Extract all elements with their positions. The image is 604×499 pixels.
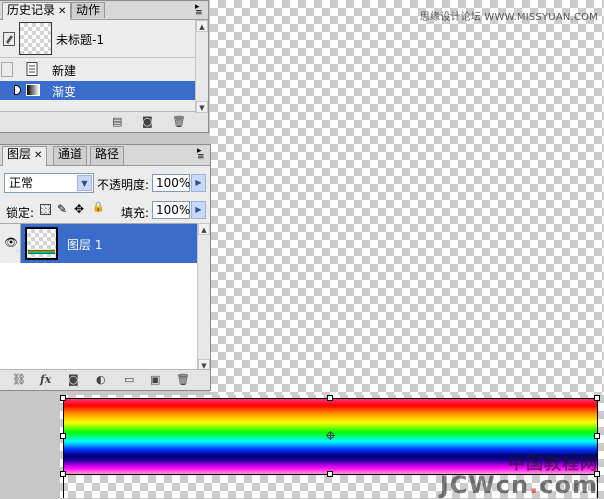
blend-mode-select[interactable]: 正常 ▼ bbox=[4, 173, 94, 193]
blend-mode-value: 正常 bbox=[9, 176, 34, 190]
opacity-slider-button[interactable]: ▶ bbox=[191, 174, 206, 192]
scroll-up-icon[interactable]: ▲ bbox=[198, 223, 210, 235]
close-icon[interactable]: ✕ bbox=[58, 6, 66, 17]
tab-paths-label: 路径 bbox=[95, 147, 120, 161]
watermark-text: 思缘设计论坛 WWW.MISSYUAN.COM bbox=[419, 12, 598, 23]
transform-handle-top-left[interactable] bbox=[60, 395, 66, 401]
lock-position-icon[interactable]: ✥ bbox=[74, 202, 84, 216]
tab-history-label: 历史记录 bbox=[7, 3, 56, 17]
camera-icon[interactable]: ◙ bbox=[142, 115, 153, 128]
transform-handle-bottom-left[interactable] bbox=[60, 471, 66, 477]
history-footer: ▤ ◙ 🗑 bbox=[0, 111, 208, 132]
history-item-label: 渐变 bbox=[52, 85, 77, 99]
opacity-label: 不透明度: bbox=[97, 178, 150, 192]
snapshot-label: 未标题-1 bbox=[56, 33, 104, 47]
bounding-box-left bbox=[63, 398, 64, 498]
site-logo: 中国教程网 JCWcn.com bbox=[439, 449, 598, 499]
logo-tld: com bbox=[539, 471, 598, 499]
panel-menu-icon[interactable]: ▸ ≡ bbox=[197, 147, 207, 162]
opacity-value: 100% bbox=[156, 176, 191, 190]
group-icon[interactable]: ▭ bbox=[124, 373, 134, 386]
logo-en-name: JCWcn bbox=[439, 471, 530, 499]
transform-handle-top-center[interactable] bbox=[327, 395, 333, 401]
gradient-tool-icon bbox=[26, 84, 40, 96]
fill-input[interactable]: 100% bbox=[152, 201, 190, 219]
tab-layers-label: 图层 bbox=[7, 147, 32, 161]
layers-list: 👁 图层 1 bbox=[0, 223, 198, 372]
layer-thumbnail bbox=[25, 227, 58, 260]
transform-handle-middle-right[interactable] bbox=[594, 433, 600, 439]
mask-icon[interactable]: ◙ bbox=[68, 373, 79, 386]
new-document-icon bbox=[26, 62, 38, 76]
snapshot-thumbnail bbox=[19, 22, 52, 55]
logo-en: JCWcn.com bbox=[439, 471, 598, 499]
layer-visibility-toggle[interactable]: 👁 bbox=[0, 224, 21, 263]
scroll-down-icon[interactable]: ▼ bbox=[196, 101, 208, 113]
fill-slider-button[interactable]: ▶ bbox=[191, 201, 206, 219]
tab-channels-label: 通道 bbox=[58, 147, 83, 161]
new-document-from-state-icon[interactable]: ▤ bbox=[112, 115, 122, 128]
fill-value: 100% bbox=[156, 203, 191, 217]
layers-footer: ⛓ fx ◙ ◐ ▭ ▣ 🗑 bbox=[0, 369, 210, 390]
new-layer-icon[interactable]: ▣ bbox=[150, 373, 160, 386]
close-icon[interactable]: ✕ bbox=[34, 150, 42, 161]
logo-dot: . bbox=[529, 471, 540, 499]
adjustment-icon[interactable]: ◐ bbox=[96, 373, 106, 386]
transform-handle-middle-left[interactable] bbox=[60, 433, 66, 439]
fx-icon[interactable]: fx bbox=[40, 373, 51, 386]
history-tabbar: 历史记录 ✕ 动作 ▸ ≡ bbox=[0, 1, 208, 20]
lock-transparent-icon[interactable] bbox=[40, 204, 51, 215]
history-item-selected[interactable]: 渐变 bbox=[0, 81, 208, 100]
layer-name[interactable]: 图层 1 bbox=[67, 236, 102, 253]
transform-handle-bottom-center[interactable] bbox=[327, 471, 333, 477]
eye-icon[interactable]: 👁 bbox=[4, 236, 18, 249]
layer-thumbnail-gradient bbox=[28, 250, 55, 254]
lock-pixels-icon[interactable]: ✎ bbox=[57, 202, 67, 216]
history-scrollbar[interactable]: ▲ ▼ bbox=[195, 20, 208, 113]
history-panel: 历史记录 ✕ 动作 ▸ ≡ 未标题-1 新建 渐变 ▤ ◙ 🗑 ▲ ▼ bbox=[0, 0, 209, 133]
history-item-label: 新建 bbox=[52, 64, 77, 78]
opacity-input[interactable]: 100% bbox=[152, 174, 190, 192]
trash-icon[interactable]: 🗑 bbox=[176, 373, 190, 386]
tab-paths[interactable]: 路径 bbox=[90, 146, 125, 165]
history-item[interactable]: 新建 bbox=[0, 60, 208, 80]
history-snapshot-row[interactable]: 未标题-1 bbox=[0, 20, 208, 58]
lock-all-icon[interactable]: 🔒 bbox=[92, 202, 104, 213]
chevron-down-icon[interactable]: ▼ bbox=[77, 175, 92, 191]
document-canvas[interactable]: 思缘设计论坛 WWW.MISSYUAN.COM bbox=[210, 0, 604, 395]
history-brush-icon[interactable] bbox=[3, 32, 15, 46]
tab-actions-label: 动作 bbox=[76, 3, 101, 17]
tab-actions[interactable]: 动作 bbox=[71, 2, 106, 18]
history-source-box[interactable] bbox=[1, 62, 13, 77]
tab-layers[interactable]: 图层 ✕ bbox=[2, 146, 48, 166]
tab-channels[interactable]: 通道 bbox=[53, 146, 88, 165]
lock-label: 锁定: bbox=[6, 206, 35, 220]
scroll-up-icon[interactable]: ▲ bbox=[196, 20, 208, 32]
trash-icon[interactable]: 🗑 bbox=[172, 115, 186, 128]
history-state-slider-icon[interactable] bbox=[14, 85, 21, 95]
transform-handle-top-right[interactable] bbox=[594, 395, 600, 401]
layers-tabbar: 图层 ✕ 通道 路径 ▸ ≡ bbox=[0, 145, 210, 166]
layers-panel: 图层 ✕ 通道 路径 ▸ ≡ 正常 ▼ 不透明度: 100% ▶ 锁定: ✎ ✥ 🔒… bbox=[0, 144, 211, 391]
fill-label: 填充: bbox=[121, 206, 150, 220]
layers-scrollbar[interactable]: ▲ ▼ bbox=[197, 223, 210, 371]
transform-center-icon[interactable] bbox=[326, 431, 335, 440]
tab-history[interactable]: 历史记录 ✕ bbox=[2, 2, 72, 20]
layer-row[interactable]: 👁 图层 1 bbox=[0, 224, 198, 263]
panel-menu-icon[interactable]: ▸ ≡ bbox=[195, 3, 205, 18]
link-icon[interactable]: ⛓ bbox=[12, 373, 26, 386]
